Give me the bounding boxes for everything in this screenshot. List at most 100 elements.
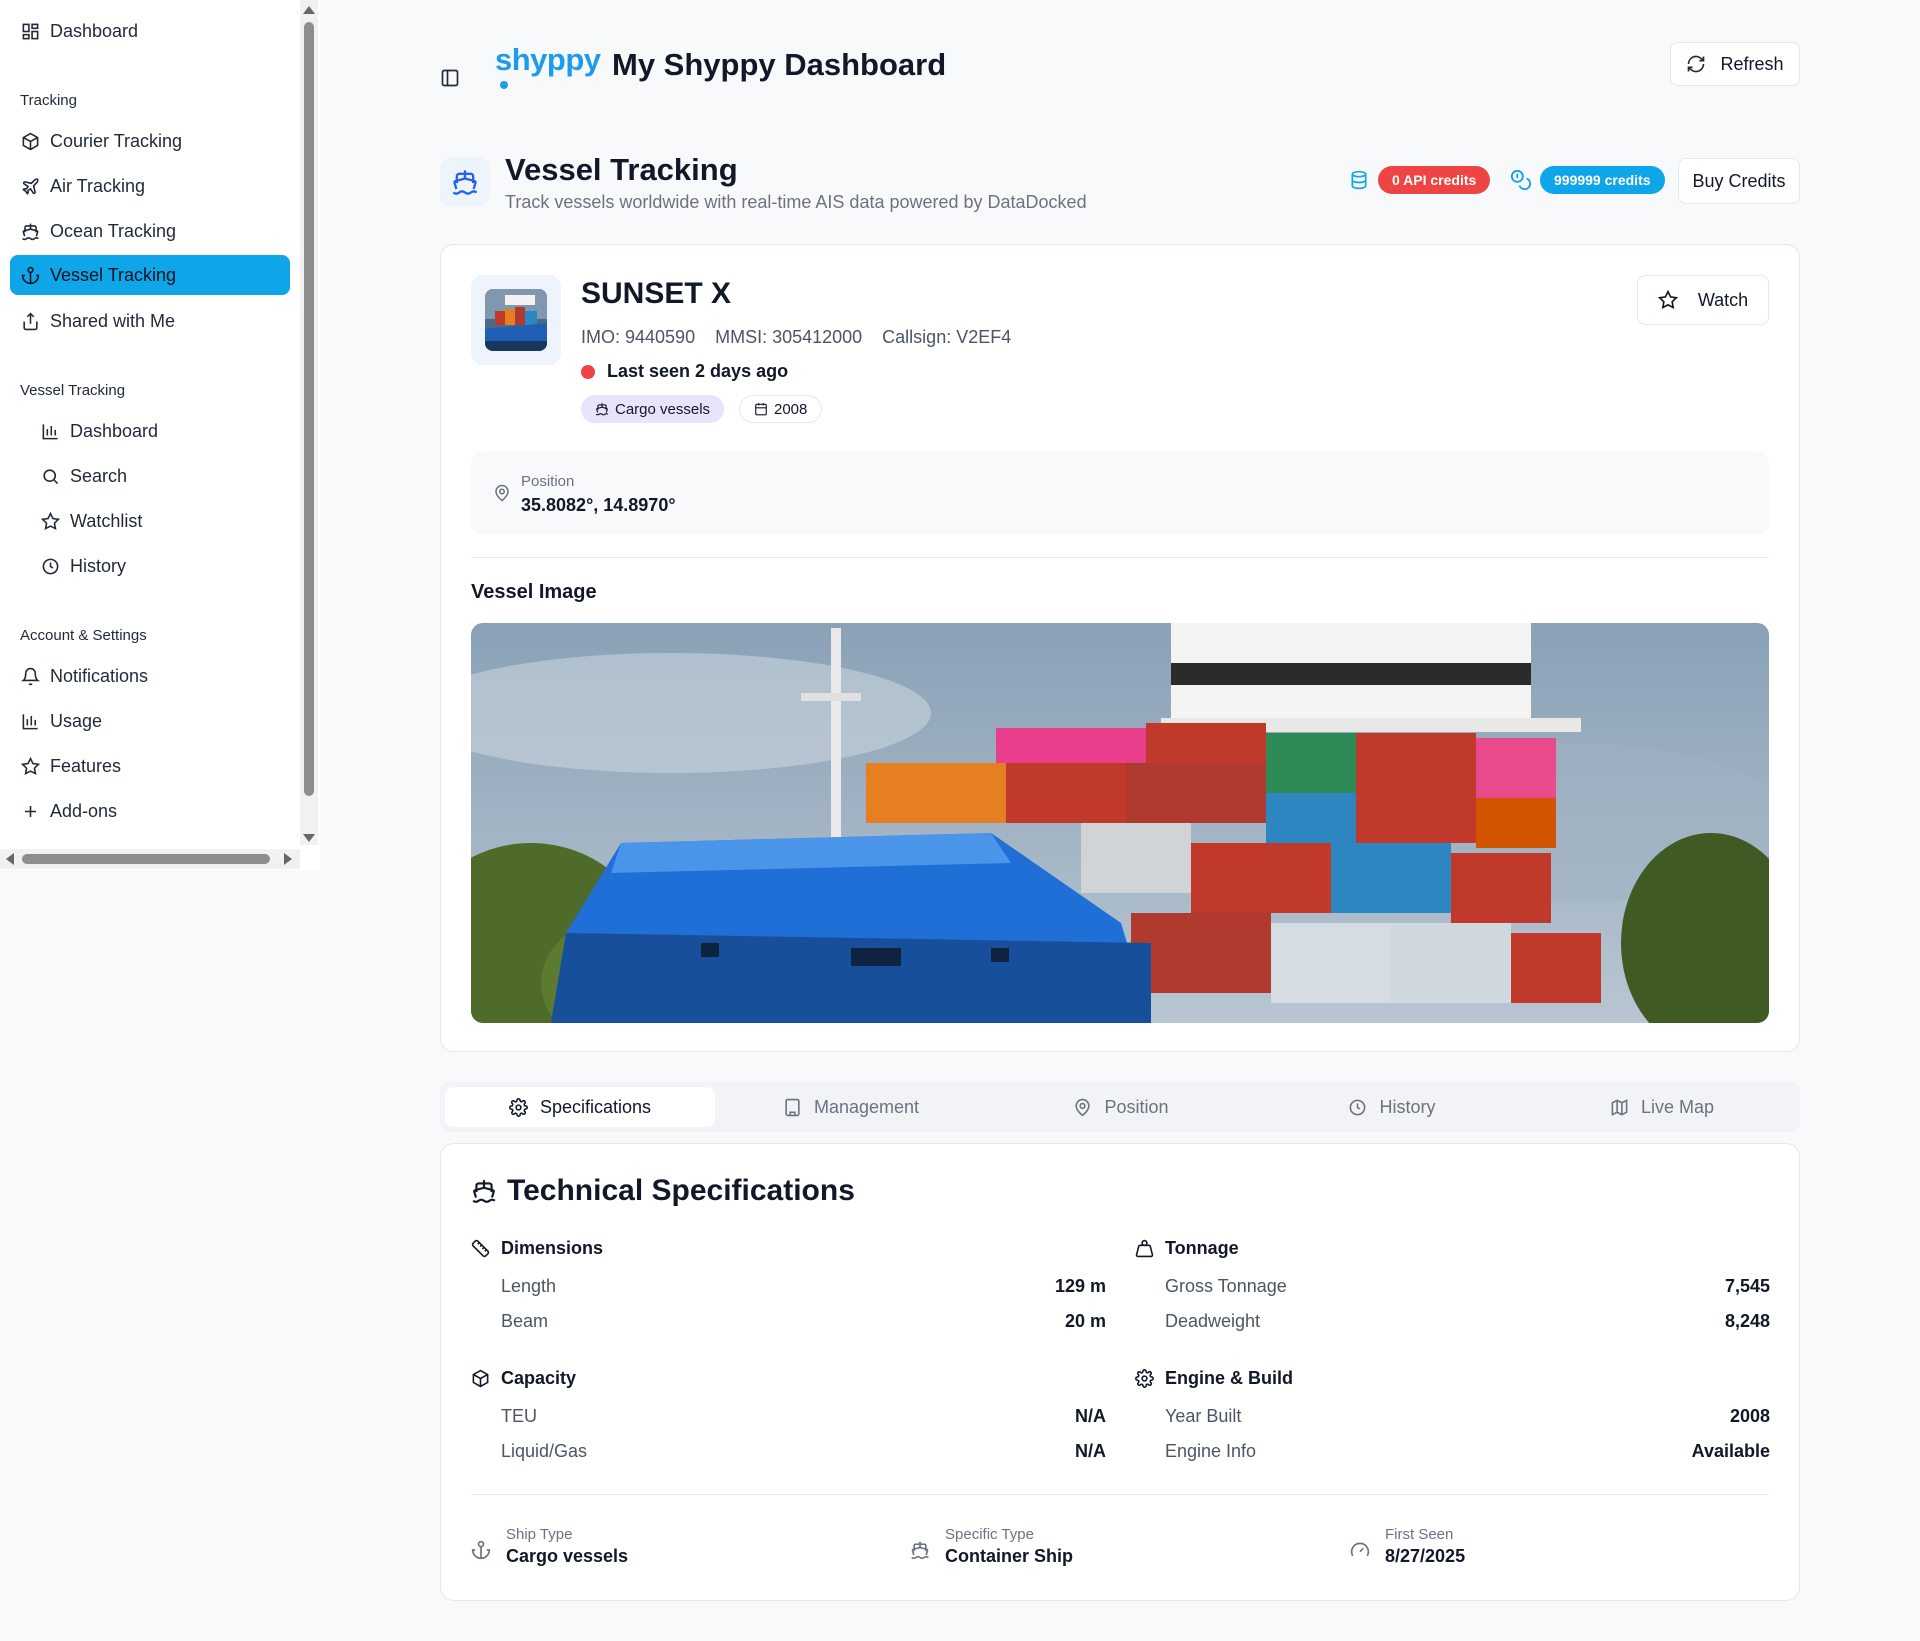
section-subtitle: Track vessels worldwide with real-time A… xyxy=(505,192,1087,212)
sidebar-item-search[interactable]: Search xyxy=(30,456,290,496)
star-icon xyxy=(20,756,40,776)
map-pin-icon xyxy=(495,484,509,502)
sidebar-item-courier-tracking[interactable]: Courier Tracking xyxy=(10,121,290,161)
refresh-icon xyxy=(1688,55,1705,73)
tab-label: History xyxy=(1379,1096,1436,1117)
dimensions-title: Dimensions xyxy=(501,1238,604,1258)
specifications-title-text: Technical Specifications xyxy=(507,1174,855,1207)
scrollbar-thumb[interactable] xyxy=(22,854,270,864)
sidebar-item-add-ons[interactable]: Add-ons xyxy=(10,791,290,831)
section-title-account-settings: Account & Settings xyxy=(20,627,147,644)
footer-value: 8/27/2025 xyxy=(1385,1546,1466,1566)
map-pin-icon xyxy=(1075,1098,1091,1116)
refresh-button[interactable]: Refresh xyxy=(1670,42,1800,86)
sidebar-item-dashboard[interactable]: Dashboard xyxy=(10,11,290,51)
vessel-identifiers: IMO: 9440590 MMSI: 305412000 Callsign: V… xyxy=(581,327,1011,348)
plane-icon xyxy=(20,176,40,196)
tab-label: Management xyxy=(813,1096,920,1117)
sidebar-item-label: Air Tracking xyxy=(50,175,146,196)
logo[interactable]: shyppy xyxy=(495,42,601,78)
capacity-title: Capacity xyxy=(501,1368,577,1388)
star-icon xyxy=(1657,290,1678,310)
bar-chart-icon xyxy=(40,421,60,441)
section-title: Vessel Tracking xyxy=(505,152,738,187)
vessel-name: SUNSET X xyxy=(581,277,732,310)
tab-live-map[interactable]: Live Map xyxy=(1527,1087,1797,1127)
tab-position[interactable]: Position xyxy=(986,1087,1256,1127)
scroll-left-arrow[interactable] xyxy=(6,853,14,865)
tab-specifications[interactable]: Specifications xyxy=(445,1087,715,1127)
sidebar-item-air-tracking[interactable]: Air Tracking xyxy=(10,166,290,206)
anchor-icon xyxy=(20,265,40,285)
last-seen-text: Last seen 2 days ago xyxy=(607,361,789,381)
plus-icon xyxy=(20,801,40,821)
footer-value: Cargo vessels xyxy=(506,1546,629,1566)
tab-history[interactable]: History xyxy=(1257,1087,1527,1127)
sidebar-item-label: Search xyxy=(70,465,128,486)
logo-dot xyxy=(500,81,508,89)
sidebar-vertical-scrollbar[interactable] xyxy=(300,0,318,845)
watch-button[interactable]: Watch xyxy=(1637,275,1769,325)
sidebar-item-watchlist[interactable]: Watchlist xyxy=(30,501,290,541)
vessel-tabs: Specifications Management Position Histo… xyxy=(440,1082,1800,1132)
sidebar-item-label: Features xyxy=(50,755,122,776)
sidebar-item-label: Shared with Me xyxy=(50,310,176,331)
sidebar-item-features[interactable]: Features xyxy=(10,746,290,786)
tab-management[interactable]: Management xyxy=(716,1087,986,1127)
sidebar-item-vessel-dashboard[interactable]: Dashboard xyxy=(30,411,290,451)
sidebar-item-label: Usage xyxy=(50,710,103,731)
spec-row-year-built: Year Built 2008 xyxy=(1165,1406,1770,1430)
spec-value: 2008 xyxy=(1729,1406,1770,1426)
vessel-mmsi: MMSI: 305412000 xyxy=(715,327,863,347)
scrollbar-thumb[interactable] xyxy=(304,22,314,796)
weight-icon xyxy=(1135,1239,1154,1258)
anchor-icon xyxy=(471,1540,491,1560)
sidebar-item-label: History xyxy=(70,555,127,576)
scroll-right-arrow[interactable] xyxy=(284,853,292,865)
package-icon xyxy=(472,1369,489,1388)
spec-key: Year Built xyxy=(1165,1406,1242,1426)
spec-row-beam: Beam 20 m xyxy=(501,1311,1106,1335)
sidebar-horizontal-scrollbar[interactable] xyxy=(0,849,300,869)
tonnage-heading: Tonnage xyxy=(1135,1238,1239,1259)
spec-value: 20 m xyxy=(1064,1311,1106,1331)
sidebar-item-shared-with-me[interactable]: Shared with Me xyxy=(10,301,290,341)
spec-key: Beam xyxy=(501,1311,549,1331)
sidebar-item-label: Courier Tracking xyxy=(50,130,183,151)
spec-value: N/A xyxy=(1075,1406,1106,1426)
spec-value: 129 m xyxy=(1054,1276,1106,1296)
sidebar-item-ocean-tracking[interactable]: Ocean Tracking xyxy=(10,211,290,251)
spec-key: Liquid/Gas xyxy=(501,1441,588,1461)
watch-label: Watch xyxy=(1697,289,1749,310)
position-panel: Position 35.8082°, 14.8970° xyxy=(471,451,1769,535)
bell-icon xyxy=(20,666,40,686)
vessel-type-tag: Cargo vessels xyxy=(581,395,725,423)
tonnage-title: Tonnage xyxy=(1165,1238,1239,1258)
scroll-up-arrow[interactable] xyxy=(303,6,315,14)
sidebar-item-label: Ocean Tracking xyxy=(50,220,177,241)
vessel-type-label: Cargo vessels xyxy=(615,400,711,418)
map-icon xyxy=(1611,1098,1628,1116)
refresh-label: Refresh xyxy=(1720,53,1784,74)
spec-value: 7,545 xyxy=(1724,1276,1770,1296)
buy-credits-button[interactable]: Buy Credits xyxy=(1678,158,1800,204)
spec-key: Deadweight xyxy=(1165,1311,1261,1331)
scroll-down-arrow[interactable] xyxy=(303,834,315,842)
vessel-card: SUNSET X IMO: 9440590 MMSI: 305412000 Ca… xyxy=(440,244,1800,1052)
sidebar-item-vessel-tracking[interactable]: Vessel Tracking xyxy=(10,255,290,295)
credits-badge: 999999 credits xyxy=(1540,166,1665,194)
spec-key: TEU xyxy=(501,1406,537,1426)
sidebar-item-usage[interactable]: Usage xyxy=(10,701,290,741)
ship-icon xyxy=(472,1180,496,1203)
sidebar-toggle-icon[interactable] xyxy=(440,68,460,88)
vessel-image xyxy=(471,623,1769,1023)
vessel-image-label: Vessel Image xyxy=(471,581,597,603)
sidebar-item-notifications[interactable]: Notifications xyxy=(10,656,290,696)
capacity-heading: Capacity xyxy=(471,1368,576,1389)
sidebar-item-history[interactable]: History xyxy=(30,546,290,586)
spec-value: 8,248 xyxy=(1724,1311,1770,1331)
clock-icon xyxy=(40,556,60,576)
ruler-icon xyxy=(471,1239,490,1258)
specifications-title: Technical Specifications xyxy=(471,1174,855,1208)
spec-key: Gross Tonnage xyxy=(1165,1276,1287,1296)
